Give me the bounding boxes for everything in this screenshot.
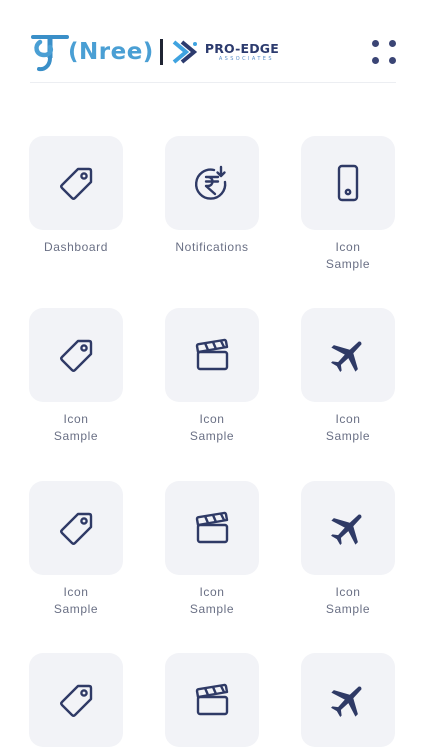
grid-tile-label: Icon Sample xyxy=(325,240,371,271)
rupee-arrow-icon xyxy=(192,163,232,203)
grid-tile[interactable] xyxy=(301,481,395,575)
grid-tile-label: Icon Sample xyxy=(325,585,371,616)
grid-tile[interactable] xyxy=(29,136,123,230)
clapperboard-icon xyxy=(192,508,232,548)
grid-tile[interactable] xyxy=(301,136,395,230)
tag-icon xyxy=(56,163,96,203)
airplane-icon xyxy=(328,335,368,375)
clapperboard-icon xyxy=(192,335,232,375)
grid-tile-label: Icon Sample xyxy=(189,585,235,616)
clapperboard-icon xyxy=(192,680,232,720)
grid-tile-label: Dashboard xyxy=(43,240,109,254)
tag-icon xyxy=(56,335,96,375)
grid-tile-label: Icon Sample xyxy=(325,412,371,443)
grid-tile-label: Icon Sample xyxy=(53,412,99,443)
grid-tile[interactable] xyxy=(165,481,259,575)
grid-tile[interactable] xyxy=(301,308,395,402)
grid-tile[interactable] xyxy=(29,481,123,575)
grid-tile[interactable] xyxy=(165,308,259,402)
airplane-icon xyxy=(328,680,368,720)
grid-tile-label: Icon Sample xyxy=(53,585,99,616)
grid-tile-label: Notifications xyxy=(175,240,249,254)
grid-tile[interactable] xyxy=(165,136,259,230)
grid-tile[interactable] xyxy=(29,308,123,402)
icon-grid: Dashboard Notifications Icon Sample Icon… xyxy=(0,0,422,750)
tag-icon xyxy=(56,680,96,720)
tag-icon xyxy=(56,508,96,548)
grid-tile[interactable] xyxy=(165,653,259,747)
grid-tile-label: Icon Sample xyxy=(189,412,235,443)
grid-tile[interactable] xyxy=(29,653,123,747)
smartphone-icon xyxy=(328,163,368,203)
grid-tile[interactable] xyxy=(301,653,395,747)
airplane-icon xyxy=(328,508,368,548)
